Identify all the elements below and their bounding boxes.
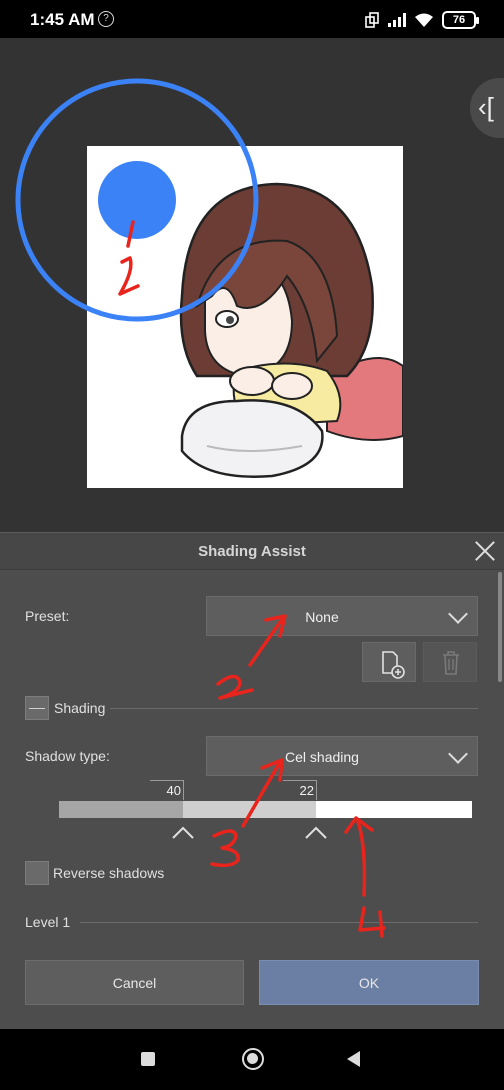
preset-label: Preset: bbox=[25, 608, 70, 624]
shadow-type-dropdown[interactable]: Cel shading bbox=[206, 736, 478, 776]
battery-icon: 76 bbox=[442, 11, 479, 29]
recent-apps-icon[interactable] bbox=[141, 1052, 155, 1066]
close-icon[interactable] bbox=[472, 538, 498, 564]
slider-handle-1-caret-icon[interactable] bbox=[171, 824, 195, 840]
navigation-bar bbox=[0, 1029, 504, 1090]
canvas-area[interactable]: ‹[ bbox=[0, 38, 504, 532]
add-preset-icon bbox=[382, 651, 405, 679]
level-divider bbox=[80, 922, 478, 923]
slider-handle-2-caret-icon[interactable] bbox=[304, 824, 328, 840]
delete-preset-button[interactable] bbox=[423, 642, 477, 682]
shading-assist-panel: Shading Assist Preset: None Shading Shad… bbox=[0, 532, 504, 1029]
status-time: 1:45 AM bbox=[30, 10, 95, 29]
home-icon[interactable] bbox=[242, 1048, 264, 1070]
panel-title-bar: Shading Assist bbox=[0, 532, 504, 570]
panel-title: Shading Assist bbox=[198, 543, 306, 560]
reverse-shadows-label: Reverse shadows bbox=[53, 865, 165, 881]
shadow-type-label: Shadow type: bbox=[25, 748, 110, 764]
preset-dropdown[interactable]: None bbox=[206, 596, 478, 636]
slider-handle-1-value: 40 bbox=[150, 780, 184, 800]
chevron-left-icon: ‹[ bbox=[478, 92, 494, 122]
wifi-icon bbox=[415, 13, 433, 27]
slider-segment-mid bbox=[183, 801, 316, 818]
signal-icon bbox=[388, 13, 406, 27]
back-icon[interactable] bbox=[347, 1051, 360, 1067]
level-label: Level 1 bbox=[25, 914, 71, 930]
help-icon: ? bbox=[98, 11, 114, 27]
cancel-button[interactable]: Cancel bbox=[25, 960, 244, 1005]
app-screen: 1:45 AM ? 76 ‹[Shading Assist Preset: N… bbox=[0, 0, 504, 1090]
status-bar: 1:45 AM ? 76 bbox=[0, 0, 504, 38]
chevron-down-icon bbox=[448, 604, 468, 624]
slider-segment-light bbox=[316, 801, 472, 818]
chibi-illustration bbox=[179, 182, 403, 478]
status-icons: 76 bbox=[364, 10, 479, 30]
trash-icon bbox=[443, 651, 459, 675]
slider-segment-dark bbox=[59, 801, 183, 818]
shading-label: Shading bbox=[54, 700, 106, 716]
side-panel-toggle[interactable]: ‹[ bbox=[470, 78, 504, 138]
section-divider bbox=[110, 708, 478, 709]
slider-handle-2-value: 22 bbox=[283, 780, 317, 800]
battery-level: 76 bbox=[452, 14, 466, 26]
reverse-shadows-checkbox[interactable] bbox=[25, 861, 49, 885]
shadow-type-value: Cel shading bbox=[285, 749, 359, 765]
shadow-level-slider[interactable] bbox=[59, 801, 472, 818]
ok-button[interactable]: OK bbox=[259, 960, 479, 1005]
panel-scrollbar[interactable] bbox=[498, 572, 502, 682]
add-preset-button[interactable] bbox=[362, 642, 416, 682]
preset-value: None bbox=[305, 609, 339, 625]
artboard[interactable] bbox=[87, 146, 403, 488]
shading-toggle[interactable] bbox=[25, 696, 49, 720]
screen-rotate-icon bbox=[365, 12, 379, 28]
chevron-down-icon bbox=[448, 744, 468, 764]
